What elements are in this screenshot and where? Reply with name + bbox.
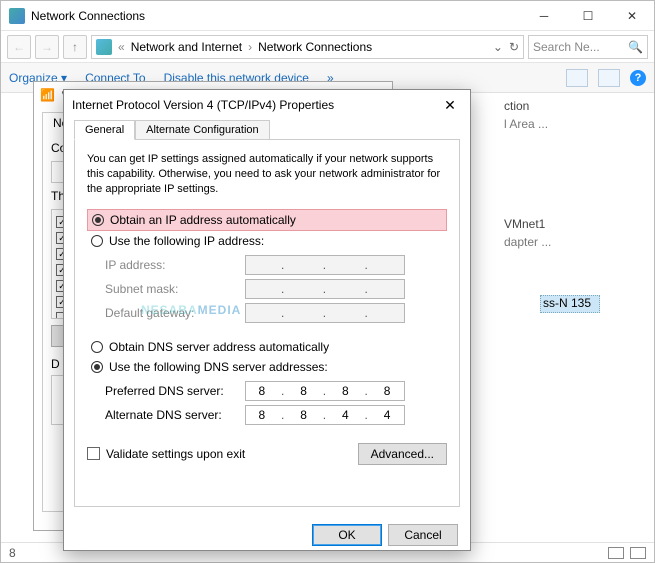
back-button[interactable]: ← — [7, 35, 31, 59]
minimize-button[interactable]: ─ — [522, 1, 566, 31]
search-input[interactable]: Search Ne... 🔍 — [528, 35, 648, 59]
preferred-dns-field[interactable]: 8. 8. 8. 8 — [245, 381, 405, 401]
use-following-dns-radio[interactable]: Use the following DNS server addresses: — [87, 357, 447, 377]
use-following-ip-radio[interactable]: Use the following IP address: — [87, 231, 447, 251]
address-dropdown-icon[interactable]: ⌄ — [493, 40, 503, 54]
help-icon[interactable]: ? — [630, 70, 646, 86]
connection-name[interactable]: VMnet1 — [504, 217, 594, 231]
up-button[interactable]: ↑ — [63, 35, 87, 59]
advanced-button[interactable]: Advanced... — [358, 443, 447, 465]
forward-button[interactable]: → — [35, 35, 59, 59]
window-title: Network Connections — [31, 9, 145, 23]
obtain-ip-auto-radio[interactable]: Obtain an IP address automatically — [87, 209, 447, 231]
location-icon — [96, 39, 112, 55]
window-titlebar: Network Connections ─ ☐ ✕ — [1, 1, 654, 31]
ipv4-properties-dialog: Internet Protocol Version 4 (TCP/IPv4) P… — [63, 89, 471, 551]
item-count: 8 — [9, 546, 16, 560]
view-details-icon[interactable] — [608, 547, 624, 559]
connection-selected[interactable]: ss-N 135 — [540, 295, 600, 313]
breadcrumb-segment[interactable]: Network and Internet — [131, 40, 242, 54]
subnet-mask-field: ... — [245, 279, 405, 299]
default-gateway-label: Default gateway: — [105, 306, 245, 320]
refresh-icon[interactable]: ↻ — [509, 40, 519, 54]
tab-alternate-configuration[interactable]: Alternate Configuration — [135, 120, 270, 140]
close-button[interactable]: ✕ — [610, 1, 654, 31]
connection-desc: l Area ... — [504, 117, 594, 131]
network-icon — [9, 8, 25, 24]
address-bar[interactable]: « Network and Internet › Network Connect… — [91, 35, 524, 59]
ok-button[interactable]: OK — [312, 524, 382, 546]
validate-settings-checkbox[interactable] — [87, 447, 100, 460]
dialog-title: Internet Protocol Version 4 (TCP/IPv4) P… — [72, 98, 334, 112]
default-gateway-field: ... — [245, 303, 405, 323]
subnet-mask-label: Subnet mask: — [105, 282, 245, 296]
ip-address-label: IP address: — [105, 258, 245, 272]
alternate-dns-field[interactable]: 8. 8. 4. 4 — [245, 405, 405, 425]
cancel-button[interactable]: Cancel — [388, 524, 458, 546]
view-large-icon[interactable] — [630, 547, 646, 559]
validate-settings-label: Validate settings upon exit — [106, 447, 245, 461]
maximize-button[interactable]: ☐ — [566, 1, 610, 31]
intro-text: You can get IP settings assigned automat… — [87, 152, 447, 197]
preview-pane-button[interactable] — [598, 69, 620, 87]
search-icon: 🔍 — [628, 40, 643, 54]
connection-name[interactable]: ction — [504, 99, 594, 113]
nav-toolbar: ← → ↑ « Network and Internet › Network C… — [1, 31, 654, 63]
view-menu[interactable] — [566, 69, 588, 87]
preferred-dns-label: Preferred DNS server: — [105, 384, 245, 398]
search-placeholder: Search Ne... — [533, 40, 600, 54]
alternate-dns-label: Alternate DNS server: — [105, 408, 245, 422]
tab-general[interactable]: General — [74, 120, 135, 140]
close-icon[interactable]: ✕ — [438, 97, 462, 114]
breadcrumb-segment[interactable]: Network Connections — [258, 40, 372, 54]
obtain-dns-auto-radio[interactable]: Obtain DNS server address automatically — [87, 337, 447, 357]
ip-address-field: ... — [245, 255, 405, 275]
connection-desc: dapter ... — [504, 235, 594, 249]
wifi-icon: 📶 — [40, 88, 56, 104]
